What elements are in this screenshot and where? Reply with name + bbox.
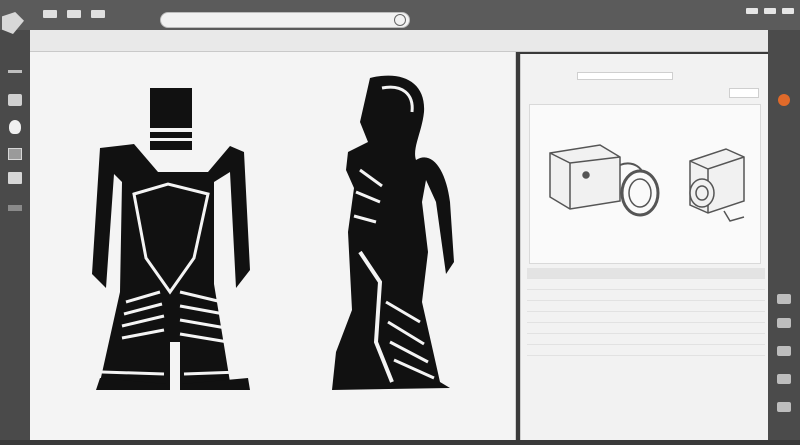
table-row[interactable] [527,323,765,334]
select-tool-icon[interactable] [8,94,22,106]
maximize-icon[interactable] [764,8,776,14]
close-icon[interactable] [782,8,794,14]
properties-table [527,268,765,356]
menu-bar [36,10,112,18]
table-row[interactable] [527,301,765,312]
title-bar [0,0,800,30]
device-illustration [549,144,660,217]
frame-tool-icon[interactable] [8,148,22,160]
toolbar [30,30,768,52]
record-icon[interactable] [778,94,790,106]
table-row[interactable] [527,290,765,301]
robot-figure[interactable] [92,88,250,390]
table-row[interactable] [527,279,765,290]
refresh-icon[interactable] [394,14,406,26]
cloaked-figure[interactable] [332,75,454,391]
menu-edit[interactable] [43,10,57,18]
preview-artwork [549,144,745,222]
panel-footer [527,410,765,424]
divider-icon [8,70,22,73]
table-row[interactable] [527,345,765,356]
canvas-artwork [92,75,454,391]
properties-panel [520,54,768,440]
window-controls [746,8,794,14]
minimize-icon[interactable] [746,8,758,14]
panel-toggle-icon[interactable] [777,402,791,412]
projector-illustration [689,148,745,222]
shape-tool-icon[interactable] [9,120,21,134]
table-header [527,268,765,279]
image-tool-icon[interactable] [8,172,22,184]
panel-dropdown[interactable] [729,88,759,98]
right-tool-strip [768,30,800,440]
name-field[interactable] [577,72,673,80]
table-row[interactable] [527,334,765,345]
table-row[interactable] [527,312,765,323]
asset-preview[interactable] [529,104,761,264]
menu-insert[interactable] [67,10,81,18]
panel-toggle-icon[interactable] [777,346,791,356]
more-tools-icon[interactable] [8,205,22,211]
design-canvas[interactable] [30,52,516,440]
menu-window[interactable] [91,10,105,18]
tool-strip [0,30,30,440]
panel-toggle-icon[interactable] [777,294,791,304]
panel-toggle-icon[interactable] [777,374,791,384]
address-bar[interactable] [160,12,410,28]
panel-toggle-icon[interactable] [777,318,791,328]
